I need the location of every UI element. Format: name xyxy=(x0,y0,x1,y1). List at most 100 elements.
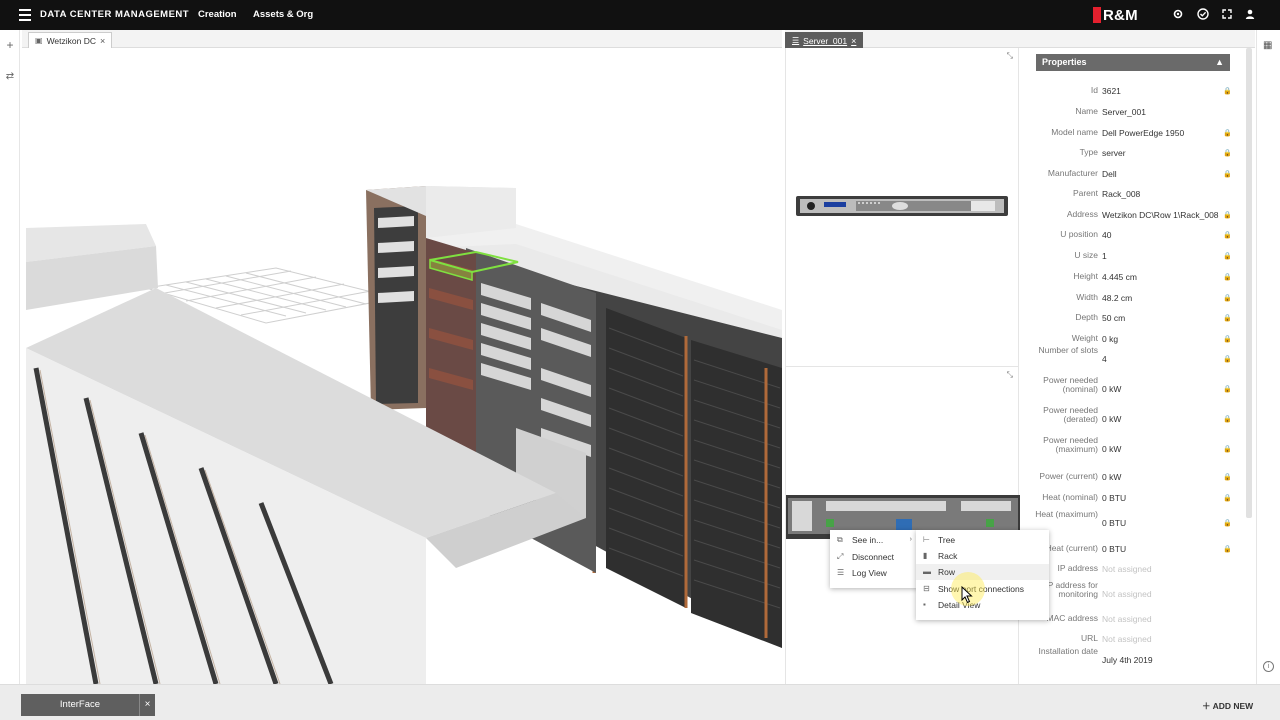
fullscreen-icon[interactable] xyxy=(1220,8,1234,22)
property-row: Manufacturer Dell 🔒 xyxy=(1020,165,1250,185)
property-value[interactable]: Dell xyxy=(1102,169,1117,179)
list-icon: ☰ xyxy=(837,568,845,577)
menu-item-see-in[interactable]: ⧉ See in... › xyxy=(830,532,918,548)
lock-icon: 🔒 xyxy=(1223,295,1232,302)
property-value[interactable]: 48.2 cm xyxy=(1102,293,1132,303)
nav-creation[interactable]: Creation xyxy=(198,9,237,20)
property-value[interactable]: server xyxy=(1102,148,1126,158)
property-label: Weight xyxy=(1071,333,1098,343)
brand-logo: R&M xyxy=(1093,6,1138,24)
lock-icon: 🔒 xyxy=(1223,356,1232,363)
server-front-preview[interactable]: ⤡ xyxy=(785,48,1019,366)
chevron-up-icon[interactable]: ▲ xyxy=(1215,54,1224,71)
tab-wetzikon-dc[interactable]: ▣ Wetzikon DC × xyxy=(28,32,113,49)
tab-server-001[interactable]: ☰ Server_001 × xyxy=(785,32,864,49)
property-value[interactable]: Not assigned xyxy=(1102,614,1152,624)
property-value[interactable]: 50 cm xyxy=(1102,313,1125,323)
nav-assets-org[interactable]: Assets & Org xyxy=(253,9,313,20)
property-value[interactable]: July 4th 2019 xyxy=(1102,655,1153,665)
lock-icon: 🔒 xyxy=(1223,253,1232,260)
property-row: Power needed (nominal) 0 kW 🔒 xyxy=(1020,376,1250,400)
close-icon[interactable]: × xyxy=(100,33,105,49)
help-icon[interactable]: i xyxy=(1263,661,1274,672)
property-label: Address xyxy=(1066,209,1098,219)
submenu-item-detail-view[interactable]: ▪ Detail View xyxy=(916,597,1049,613)
properties-header[interactable]: Properties ▲ xyxy=(1036,54,1230,71)
property-value[interactable]: Wetzikon DC\Row 1\Rack_008 xyxy=(1102,210,1219,220)
hamburger-menu-icon[interactable] xyxy=(19,9,31,21)
menu-item-disconnect[interactable]: ⤢ Disconnect xyxy=(830,549,918,565)
plus-icon[interactable]: + xyxy=(3,38,17,52)
tree-icon: ⊢ xyxy=(923,535,930,544)
lock-icon: 🔒 xyxy=(1223,495,1232,502)
property-value[interactable]: 0 kW xyxy=(1102,472,1121,482)
property-value[interactable]: 40 xyxy=(1102,230,1111,240)
property-label: Power needed (maximum) xyxy=(1043,435,1098,454)
property-row: Heat (maximum) 0 BTU 🔒 xyxy=(1020,510,1250,534)
property-value[interactable]: 0 BTU xyxy=(1102,518,1126,528)
property-value[interactable]: 0 BTU xyxy=(1102,544,1126,554)
property-value[interactable]: 0 kg xyxy=(1102,334,1118,344)
left-toolbar: + ⇄ xyxy=(0,30,20,684)
property-value[interactable]: 4 xyxy=(1102,354,1107,364)
user-icon[interactable] xyxy=(1243,8,1257,22)
interface-button[interactable]: InterFace xyxy=(21,694,139,716)
tab-label: Server_001 xyxy=(803,35,848,46)
lock-icon: 🔒 xyxy=(1223,150,1232,157)
property-value[interactable]: Not assigned xyxy=(1102,634,1152,644)
menu-item-log-view[interactable]: ☰ Log View xyxy=(830,565,918,581)
properties-scrollbar[interactable] xyxy=(1246,48,1252,518)
lock-icon: 🔒 xyxy=(1223,274,1232,281)
property-label: U size xyxy=(1074,250,1098,260)
property-value[interactable]: 1 xyxy=(1102,251,1107,261)
3d-scene[interactable] xyxy=(26,48,782,684)
property-value[interactable]: 0 kW xyxy=(1102,384,1121,394)
lock-icon: 🔒 xyxy=(1223,315,1232,322)
lock-icon: 🔒 xyxy=(1223,446,1232,453)
property-row: MAC address Not assigned xyxy=(1020,610,1250,630)
swap-icon[interactable]: ⇄ xyxy=(3,70,17,84)
add-new-button[interactable]: ＋ ADD NEW xyxy=(1202,700,1253,712)
server-icon: ☰ xyxy=(792,35,800,45)
property-row: Name Server_001 xyxy=(1020,103,1250,123)
property-value[interactable]: 0 kW xyxy=(1102,444,1121,454)
grid-icon[interactable]: ▦ xyxy=(1263,40,1272,51)
expand-icon[interactable]: ⤡ xyxy=(1007,370,1013,380)
app-title: DATA CENTER MANAGEMENT xyxy=(40,9,190,20)
submenu-item-row[interactable]: ▬ Row xyxy=(916,564,1049,580)
property-row: Power needed (maximum) 0 kW 🔒 xyxy=(1020,436,1250,460)
property-value[interactable]: 3621 xyxy=(1102,86,1121,96)
property-value[interactable]: 0 BTU xyxy=(1102,493,1126,503)
check-circle-icon[interactable] xyxy=(1196,8,1210,22)
property-value[interactable]: Dell PowerEdge 1950 xyxy=(1102,128,1184,138)
property-value[interactable]: Server_001 xyxy=(1102,107,1146,117)
chevron-right-icon: › xyxy=(909,536,912,543)
property-row: Power needed (derated) 0 kW 🔒 xyxy=(1020,406,1250,430)
submenu-item-tree[interactable]: ⊢ Tree xyxy=(916,532,1049,548)
tab-label: Wetzikon DC xyxy=(46,35,97,46)
server-rear-preview[interactable]: ⤡ xyxy=(785,366,1020,684)
context-menu: ⧉ See in... › ⤢ Disconnect ☰ Log View xyxy=(830,530,918,588)
property-value[interactable]: Rack_008 xyxy=(1102,189,1140,199)
close-icon[interactable]: × xyxy=(139,694,155,716)
mouse-pointer-icon xyxy=(961,586,973,604)
submenu-item-rack[interactable]: ▮ Rack xyxy=(916,548,1049,564)
property-label: Power (current) xyxy=(1039,471,1098,481)
property-value[interactable]: 0 kW xyxy=(1102,414,1121,424)
property-row: IP address for monitoring Not assigned xyxy=(1020,581,1250,605)
gear-icon[interactable] xyxy=(1171,8,1185,22)
property-label: URL xyxy=(1080,633,1098,643)
property-value[interactable]: 4.445 cm xyxy=(1102,272,1137,282)
property-value[interactable]: Not assigned xyxy=(1102,564,1152,574)
expand-icon[interactable]: ⤡ xyxy=(1007,51,1013,61)
lock-icon: 🔒 xyxy=(1223,232,1232,239)
property-label: Type xyxy=(1079,147,1098,157)
lock-icon: 🔒 xyxy=(1223,474,1232,481)
row-icon: ▬ xyxy=(923,567,931,576)
property-row: Heat (nominal) 0 BTU 🔒 xyxy=(1020,489,1250,509)
lock-icon: 🔒 xyxy=(1223,336,1232,343)
close-icon[interactable]: × xyxy=(851,33,856,49)
property-row: Installation date July 4th 2019 xyxy=(1020,647,1250,671)
3d-viewport[interactable] xyxy=(26,48,782,684)
property-value[interactable]: Not assigned xyxy=(1102,589,1152,599)
